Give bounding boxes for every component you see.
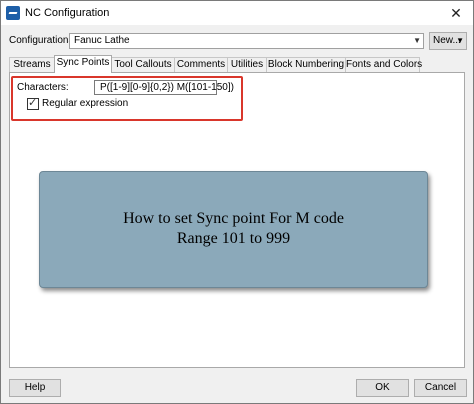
cancel-button[interactable]: Cancel [414, 379, 467, 397]
characters-label: Characters: [17, 82, 69, 93]
tab-block-numbering[interactable]: Block Numbering [266, 57, 346, 72]
tab-comments[interactable]: Comments [174, 57, 228, 72]
help-button[interactable]: Help [9, 379, 61, 397]
annotation-line-1: How to set Sync point For M code [123, 210, 344, 227]
configurations-select[interactable]: Fanuc Lathe ▼ [69, 33, 424, 49]
nc-configuration-window: NC Configuration ✕ Configurations: Fanuc… [0, 0, 474, 404]
close-icon[interactable]: ✕ [447, 4, 465, 22]
tab-utilities[interactable]: Utilities [227, 57, 267, 72]
chevron-down-icon: ▼ [413, 36, 421, 45]
app-icon [6, 6, 20, 20]
characters-value: P([1-9][0-9]{0,2}) M([101-150]) [100, 82, 234, 93]
new-configuration-button[interactable]: New... ▼ [429, 32, 467, 50]
tab-tool-callouts[interactable]: Tool Callouts [111, 57, 175, 72]
tab-streams[interactable]: Streams [9, 57, 55, 72]
window-title: NC Configuration [25, 7, 110, 19]
regular-expression-checkbox[interactable]: ✓ [27, 97, 39, 110]
checkmark-icon: ✓ [28, 97, 38, 109]
configurations-label: Configurations: [9, 35, 77, 46]
annotation-line-2: Range 101 to 999 [176, 230, 291, 247]
tab-sync-points[interactable]: Sync Points [54, 55, 112, 73]
configurations-value: Fanuc Lathe [74, 35, 130, 46]
chevron-down-icon: ▼ [456, 36, 464, 45]
tab-fonts-and-colors[interactable]: Fonts and Colors [345, 57, 422, 72]
characters-input[interactable]: P([1-9][0-9]{0,2}) M([101-150]) [94, 80, 234, 95]
ok-button[interactable]: OK [356, 379, 409, 397]
regular-expression-label: Regular expression [42, 98, 129, 109]
title-bar: NC Configuration ✕ [1, 1, 473, 25]
annotation-callout: How to set Sync point For M code Range 1… [39, 171, 428, 288]
